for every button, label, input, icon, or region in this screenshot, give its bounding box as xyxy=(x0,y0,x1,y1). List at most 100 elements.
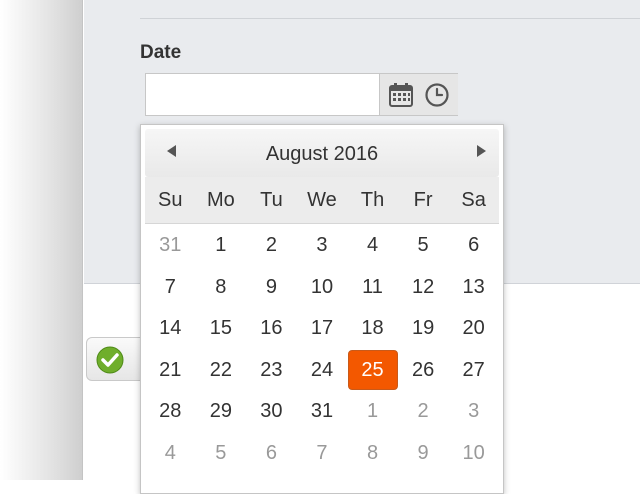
calendar-day[interactable]: 8 xyxy=(347,433,398,475)
calendar-day[interactable]: 18 xyxy=(347,308,398,350)
calendar-day-label: 27 xyxy=(462,358,485,381)
calendar-day-label: 4 xyxy=(164,441,176,464)
calendar-day[interactable]: 9 xyxy=(246,267,297,309)
calendar-day[interactable]: 10 xyxy=(297,267,348,309)
calendar-day-label: 6 xyxy=(468,234,480,257)
calendar-day-label: 15 xyxy=(209,317,232,340)
arrow-right-icon[interactable] xyxy=(471,141,491,161)
calendar-day-label: 2 xyxy=(265,234,277,257)
calendar-week: 14 15 16 17 18 19 20 xyxy=(145,308,499,350)
calendar-day[interactable]: 23 xyxy=(246,350,297,392)
weekday-label: Sa xyxy=(461,189,486,211)
calendar-day-label: 31 xyxy=(159,234,182,257)
calendar-day-label: 31 xyxy=(310,400,334,423)
calendar-day[interactable]: 21 xyxy=(145,350,196,392)
divider xyxy=(140,18,640,19)
calendar-day[interactable]: 20 xyxy=(448,308,499,350)
calendar-week: 7 8 9 10 11 12 13 xyxy=(145,267,499,309)
calendar-day-label: 26 xyxy=(411,358,435,381)
calendar-day[interactable]: 26 xyxy=(398,350,449,392)
weekday-label: We xyxy=(307,189,337,211)
calendar-day-label: 11 xyxy=(362,275,383,298)
calendar-day[interactable]: 1 xyxy=(196,225,247,267)
calendar-day-label: 7 xyxy=(316,441,328,464)
calendar-day-label: 3 xyxy=(316,234,328,257)
calendar-day[interactable]: 22 xyxy=(196,350,247,392)
clock-icon[interactable] xyxy=(424,82,450,108)
date-input[interactable] xyxy=(146,74,379,115)
calendar-day[interactable]: 2 xyxy=(246,225,297,267)
calendar-day[interactable]: 24 xyxy=(297,350,348,392)
calendar-icon[interactable] xyxy=(388,82,414,108)
picker-buttons xyxy=(379,74,458,115)
calendar-day[interactable]: 6 xyxy=(246,433,297,475)
calendar-day[interactable]: 3 xyxy=(448,391,499,433)
calendar-day-label: 5 xyxy=(417,234,429,257)
calendar-day-label: 13 xyxy=(462,275,485,298)
calendar-day[interactable]: 19 xyxy=(398,308,449,350)
calendar-day[interactable]: 8 xyxy=(196,267,247,309)
calendar-day[interactable]: 3 xyxy=(297,225,348,267)
weekday-label: Mo xyxy=(206,189,235,211)
calendar-day-label: 25 xyxy=(347,350,398,391)
calendar-day[interactable]: 9 xyxy=(398,433,449,475)
calendar-day[interactable]: 29 xyxy=(196,391,247,433)
calendar-day-label: 8 xyxy=(215,275,227,298)
calendar-day-label: 4 xyxy=(366,234,379,257)
calendar-day[interactable]: 1 xyxy=(347,391,398,433)
calendar-week: 4 5 6 7 8 9 10 xyxy=(145,433,499,475)
save-button[interactable] xyxy=(86,337,146,381)
calendar-day-label: 5 xyxy=(215,441,227,464)
calendar-day[interactable]: 10 xyxy=(448,433,499,475)
calendar-day-selected[interactable]: 25 xyxy=(347,350,398,392)
calendar-day-label: 18 xyxy=(361,317,384,340)
calendar-day[interactable]: 30 xyxy=(246,391,297,433)
left-gutter xyxy=(0,0,83,480)
calendar-day[interactable]: 13 xyxy=(448,267,499,309)
calendar-day-label: 16 xyxy=(260,317,283,340)
calendar-day-label: 22 xyxy=(209,358,232,381)
calendar-day[interactable]: 28 xyxy=(145,391,196,433)
calendar-day-label: 3 xyxy=(468,400,480,423)
calendar-day-label: 9 xyxy=(417,441,429,464)
calendar-days: 31 1 2 3 4 5 6 7 8 9 10 11 12 13 14 15 16 17 18 19 20 21 22 23 2… xyxy=(145,225,499,474)
calendar-week: 31 1 2 3 4 5 6 xyxy=(145,225,499,267)
calendar-day-label: 2 xyxy=(417,400,429,423)
calendar-day[interactable]: 31 xyxy=(297,391,348,433)
weekday-label: Fr xyxy=(413,189,433,211)
calendar-day-label: 24 xyxy=(310,358,334,381)
calendar-day[interactable]: 11 xyxy=(347,267,398,309)
checkmark-icon xyxy=(96,346,124,379)
calendar-day[interactable]: 27 xyxy=(448,350,499,392)
calendar-day[interactable]: 2 xyxy=(398,391,449,433)
calendar-day[interactable]: 5 xyxy=(196,433,247,475)
weekday-label: Su xyxy=(158,189,183,211)
calendar-day[interactable]: 14 xyxy=(145,308,196,350)
calendar-day[interactable]: 16 xyxy=(246,308,297,350)
calendar-day-label: 10 xyxy=(310,275,334,298)
calendar-week: 28 29 30 31 1 2 3 xyxy=(145,391,499,433)
calendar-day-label: 12 xyxy=(411,275,435,298)
calendar-day[interactable]: 7 xyxy=(297,433,348,475)
calendar-day[interactable]: 31 xyxy=(145,225,196,267)
calendar-day-label: 1 xyxy=(215,234,227,257)
weekday-label: Tu xyxy=(260,189,283,211)
calendar-day[interactable]: 17 xyxy=(297,308,348,350)
calendar-day-label: 29 xyxy=(209,400,232,423)
calendar-day[interactable]: 6 xyxy=(448,225,499,267)
calendar-day-label: 28 xyxy=(159,400,182,423)
calendar-day-label: 8 xyxy=(366,441,379,464)
calendar-header: August 2016 xyxy=(145,129,499,177)
calendar-day-label: 10 xyxy=(462,441,485,464)
calendar-day[interactable]: 4 xyxy=(347,225,398,267)
calendar-title[interactable]: August 2016 xyxy=(145,143,499,166)
calendar-day[interactable]: 15 xyxy=(196,308,247,350)
calendar-popup: August 2016 Su Mo Tu We Th Fr Sa 31 1 2 3 4 5… xyxy=(140,124,504,494)
calendar-day[interactable]: 12 xyxy=(398,267,449,309)
calendar-day[interactable]: 5 xyxy=(398,225,449,267)
calendar-week: 21 22 23 24 25 26 27 xyxy=(145,350,499,392)
calendar-day[interactable]: 7 xyxy=(145,267,196,309)
date-picker-field xyxy=(145,73,458,116)
calendar-day-label: 17 xyxy=(310,317,334,340)
calendar-day[interactable]: 4 xyxy=(145,433,196,475)
